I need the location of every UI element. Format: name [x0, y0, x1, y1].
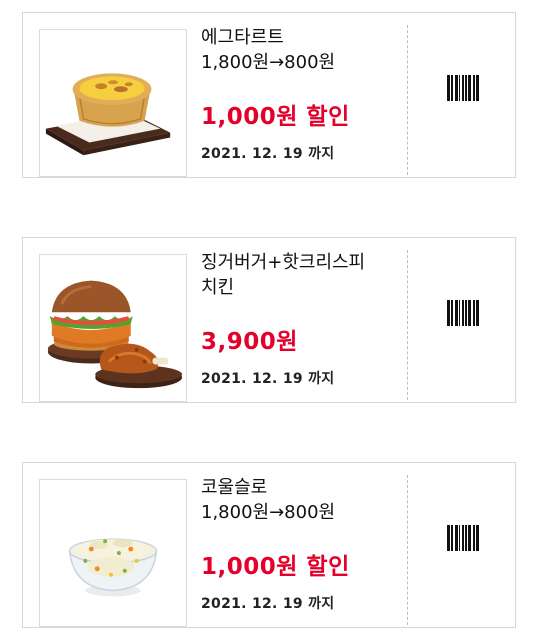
coupon-expiry: 2021. 12. 19 까지 [201, 596, 335, 612]
coupon-discount: 1,000원 할인 [201, 554, 350, 580]
coupon-divider [407, 25, 408, 175]
coupon-expiry: 2021. 12. 19 까지 [201, 371, 335, 387]
coupon-divider [407, 475, 408, 625]
coupon-title: 에그타르트 1,800원→800원 [201, 27, 336, 73]
coupon-card[interactable]: 에그타르트 1,800원→800원 1,000원 할인 2021. 12. 19… [22, 12, 516, 178]
egg-tart-image [39, 29, 187, 177]
barcode-icon[interactable] [447, 525, 479, 551]
coupon-title: 징거버거+핫크리스피 치킨 [201, 252, 366, 298]
coupon-title: 코울슬로 1,800원→800원 [201, 477, 336, 523]
coupon-card[interactable]: 코울슬로 1,800원→800원 1,000원 할인 2021. 12. 19 … [22, 462, 516, 628]
barcode-icon[interactable] [447, 300, 479, 326]
coupon-discount: 1,000원 할인 [201, 104, 350, 130]
coupon-expiry: 2021. 12. 19 까지 [201, 146, 335, 162]
barcode-icon[interactable] [447, 75, 479, 101]
coupon-discount: 3,900원 [201, 329, 298, 355]
coupon-card[interactable]: 징거버거+핫크리스피 치킨 3,900원 2021. 12. 19 까지 [22, 237, 516, 403]
coleslaw-image [39, 479, 187, 627]
coupon-divider [407, 250, 408, 400]
zinger-burger-image [39, 254, 187, 402]
